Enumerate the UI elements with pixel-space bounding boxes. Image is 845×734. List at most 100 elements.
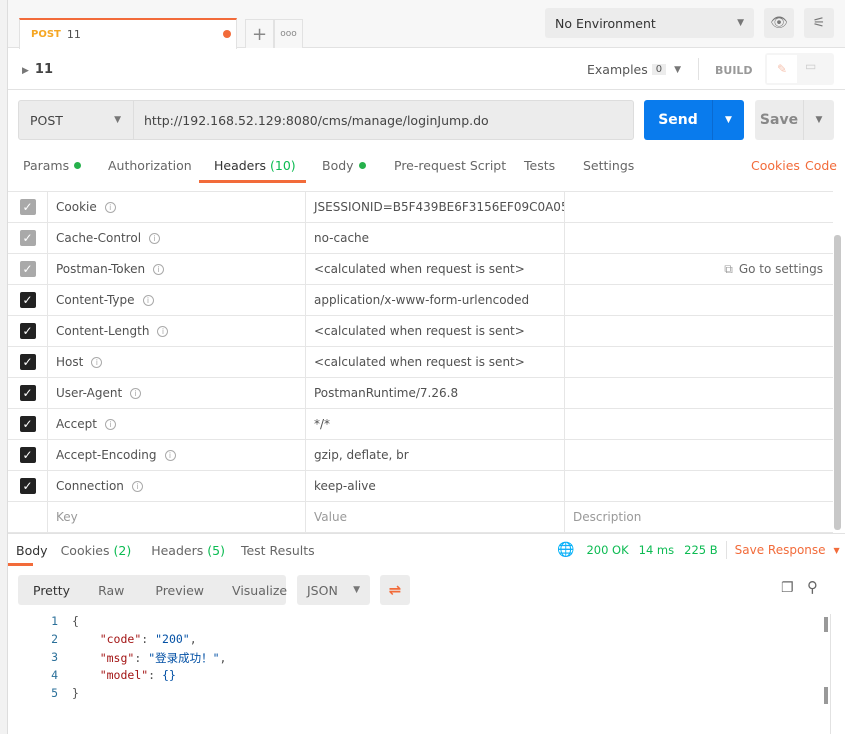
save-response-button[interactable]: Save Response — [735, 543, 826, 557]
checkbox[interactable]: ✓ — [19, 292, 36, 308]
header-value[interactable]: JSESSIONID=B5F439BE6F3156EF09C0A05C... — [306, 192, 565, 222]
manage-environments-button[interactable]: ⚟ — [804, 8, 834, 38]
response-time[interactable]: 14 ms — [639, 543, 674, 557]
checkbox[interactable]: ✓ — [19, 447, 36, 463]
header-value[interactable]: <calculated when request is sent> — [306, 254, 565, 284]
status-code[interactable]: 200 OK — [586, 543, 628, 557]
scrollbar[interactable] — [824, 617, 828, 632]
header-key[interactable]: User-Agent i — [48, 378, 306, 408]
header-value[interactable]: <calculated when request is sent> — [306, 316, 565, 346]
checkbox[interactable]: ✓ — [19, 323, 36, 339]
build-mode-label[interactable]: BUILD — [715, 64, 753, 77]
value-input[interactable]: Value — [306, 502, 565, 532]
chevron-down-icon[interactable]: ▼ — [803, 100, 834, 140]
method-select[interactable]: POST ▼ — [18, 100, 134, 140]
response-size[interactable]: 225 B — [684, 543, 718, 557]
checkbox[interactable]: ✓ — [19, 354, 36, 370]
header-description[interactable]: ⧉ Go to settings — [565, 254, 833, 284]
response-tab-body[interactable]: Body — [16, 543, 48, 558]
tab-params[interactable]: Params — [23, 158, 82, 173]
header-key[interactable]: Content-Type i — [48, 285, 306, 315]
brace: { — [72, 614, 79, 628]
header-value[interactable]: keep-alive — [306, 471, 565, 501]
view-preview[interactable]: Preview — [155, 583, 204, 598]
tab-body[interactable]: Body — [322, 158, 366, 173]
info-icon[interactable]: i — [91, 356, 103, 368]
send-button[interactable]: Send ▼ — [644, 100, 744, 140]
wrap-lines-button[interactable]: ⇌ — [380, 575, 410, 605]
header-value[interactable]: gzip, deflate, br — [306, 440, 565, 470]
header-description[interactable] — [565, 285, 833, 315]
scrollbar[interactable] — [824, 687, 828, 704]
checkbox[interactable]: ✓ — [19, 261, 36, 277]
url-input[interactable]: http://192.168.52.129:8080/cms/manage/lo… — [133, 100, 634, 140]
checkbox[interactable]: ✓ — [19, 385, 36, 401]
new-tab-button[interactable]: + — [245, 19, 274, 48]
tab-pre-request-script[interactable]: Pre-request Script — [394, 158, 506, 173]
info-icon[interactable]: i — [149, 232, 161, 244]
header-description[interactable] — [565, 440, 833, 470]
header-value[interactable]: no-cache — [306, 223, 565, 253]
tab-tests[interactable]: Tests — [524, 158, 555, 173]
response-tab-headers[interactable]: Headers (5) — [151, 543, 225, 558]
header-key[interactable]: Cache-Control i — [48, 223, 306, 253]
info-icon[interactable]: i — [104, 201, 116, 213]
header-key[interactable]: Postman-Token i — [48, 254, 306, 284]
info-icon[interactable]: i — [153, 263, 165, 275]
chevron-down-icon[interactable]: ▼ — [712, 100, 744, 140]
format-select[interactable]: JSON ▼ — [297, 575, 370, 605]
environment-quick-look-button[interactable]: 👁 — [764, 8, 794, 38]
search-icon[interactable]: ⚲ — [807, 578, 818, 596]
header-description[interactable] — [565, 192, 833, 222]
header-description[interactable] — [565, 409, 833, 439]
request-tab[interactable]: POST 11 — [19, 18, 237, 49]
info-icon[interactable]: i — [164, 449, 176, 461]
checkbox[interactable]: ✓ — [19, 416, 36, 432]
scrollbar[interactable] — [834, 235, 841, 530]
save-button[interactable]: Save ▼ — [755, 100, 834, 140]
header-description[interactable] — [565, 316, 833, 346]
cookies-link[interactable]: Cookies — [751, 158, 800, 173]
response-tab-test-results[interactable]: Test Results — [241, 543, 315, 558]
description-input[interactable]: Description — [565, 502, 833, 532]
more-tabs-button[interactable]: ooo — [274, 19, 303, 48]
info-icon[interactable]: i — [157, 325, 169, 337]
header-value[interactable]: */* — [306, 409, 565, 439]
header-key[interactable]: Accept i — [48, 409, 306, 439]
info-icon[interactable]: i — [131, 480, 143, 492]
tab-settings[interactable]: Settings — [583, 158, 634, 173]
header-key[interactable]: Cookie i — [48, 192, 306, 222]
copy-icon[interactable]: ❐ — [781, 580, 794, 596]
header-description[interactable] — [565, 471, 833, 501]
header-description[interactable] — [565, 347, 833, 377]
request-name[interactable]: ▶ 11 — [22, 62, 53, 77]
header-description[interactable] — [565, 223, 833, 253]
key-input[interactable]: Key — [48, 502, 306, 532]
header-description[interactable] — [565, 378, 833, 408]
header-value[interactable]: PostmanRuntime/7.26.8 — [306, 378, 565, 408]
view-pretty[interactable]: Pretty — [33, 583, 70, 598]
comment-icon[interactable]: ▭ — [805, 59, 816, 73]
environment-select[interactable]: No Environment ▼ — [545, 8, 754, 38]
view-raw[interactable]: Raw — [98, 583, 124, 598]
header-key[interactable]: Connection i — [48, 471, 306, 501]
pencil-icon[interactable]: ✎ — [767, 55, 797, 83]
checkbox[interactable]: ✓ — [19, 199, 36, 215]
examples-dropdown[interactable]: Examples 0 ▼ — [587, 62, 681, 77]
checkbox[interactable]: ✓ — [19, 478, 36, 494]
tab-headers[interactable]: Headers (10) — [214, 158, 296, 173]
checkbox[interactable]: ✓ — [19, 230, 36, 246]
info-icon[interactable]: i — [104, 418, 116, 430]
header-value[interactable]: <calculated when request is sent> — [306, 347, 565, 377]
code-link[interactable]: Code — [805, 158, 837, 173]
view-visualize[interactable]: Visualize — [232, 583, 287, 598]
header-value[interactable]: application/x-www-form-urlencoded — [306, 285, 565, 315]
info-icon[interactable]: i — [130, 387, 142, 399]
tab-authorization[interactable]: Authorization — [108, 158, 192, 173]
header-key[interactable]: Host i — [48, 347, 306, 377]
info-icon[interactable]: i — [142, 294, 154, 306]
header-key[interactable]: Content-Length i — [48, 316, 306, 346]
response-tab-cookies[interactable]: Cookies (2) — [61, 543, 132, 558]
header-key[interactable]: Accept-Encoding i — [48, 440, 306, 470]
go-to-settings-link[interactable]: Go to settings — [739, 262, 823, 276]
